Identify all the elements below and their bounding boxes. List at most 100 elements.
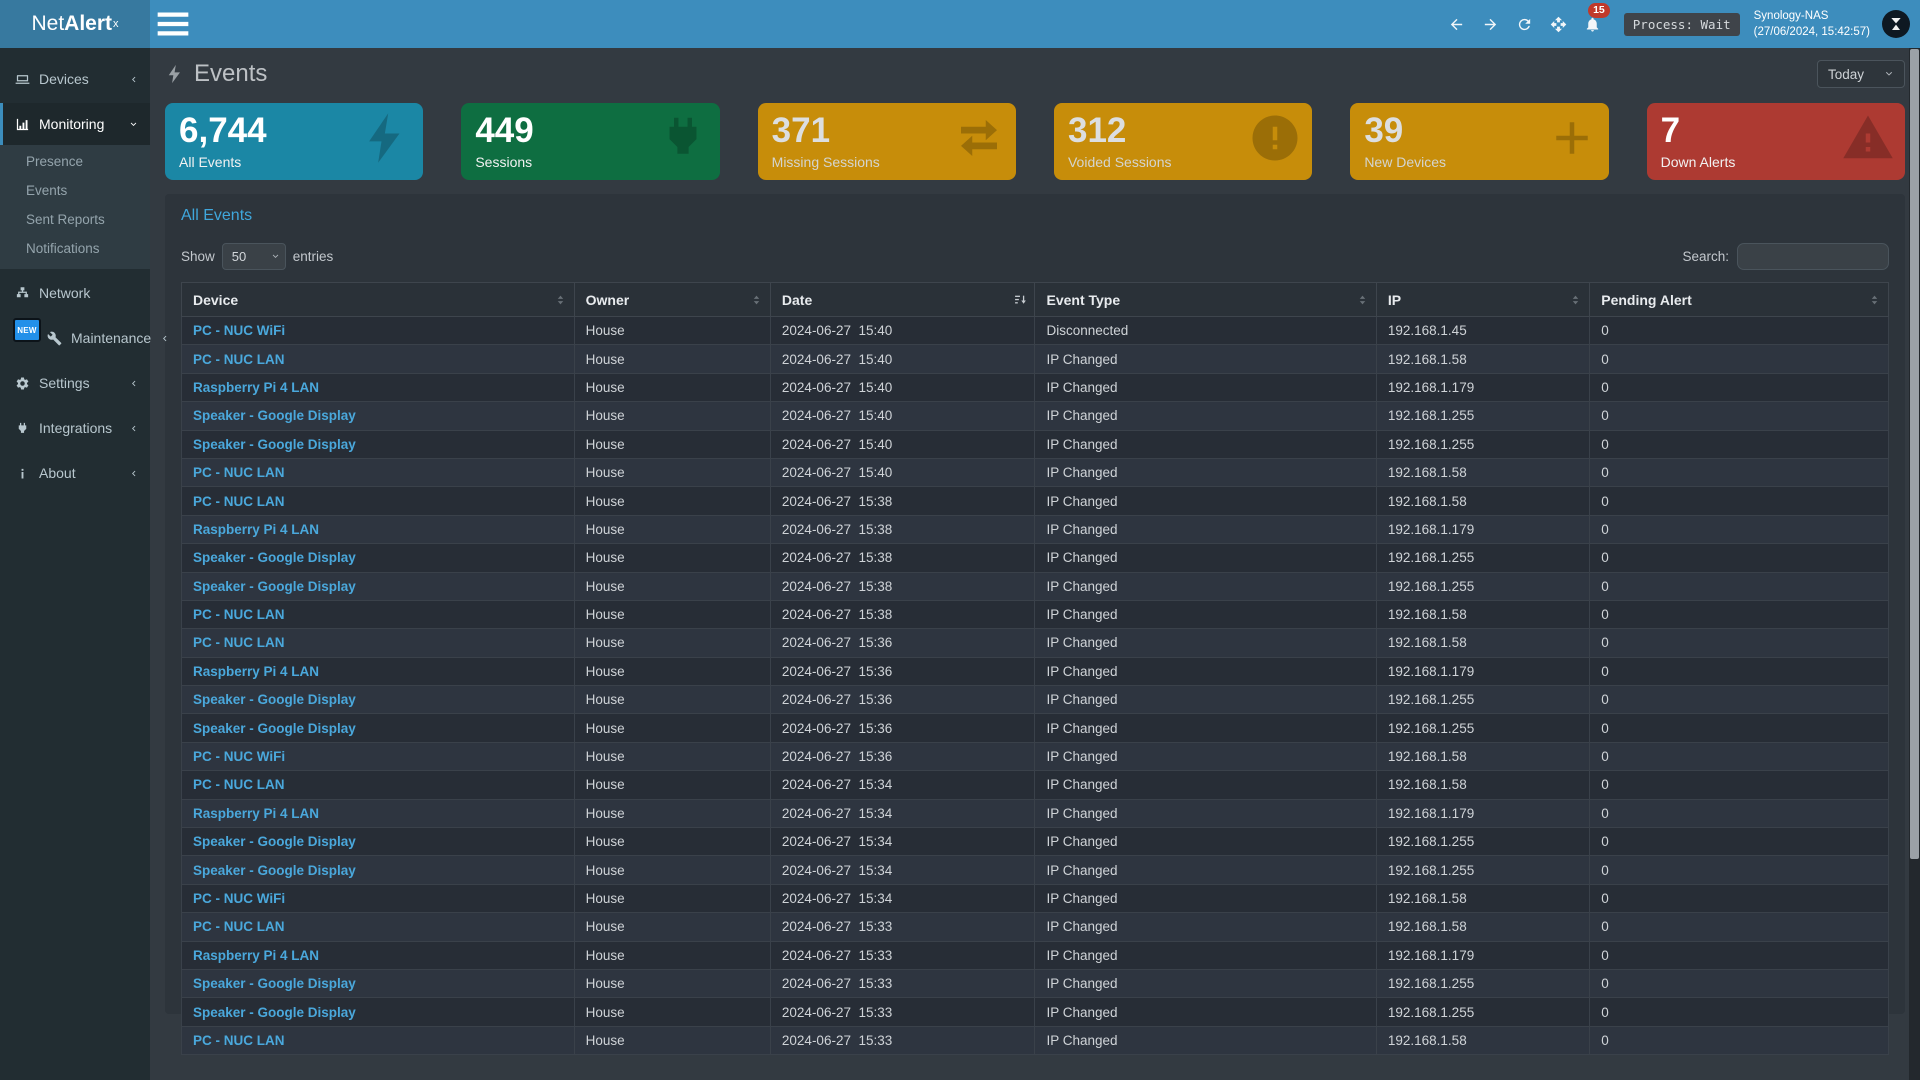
sidebar-item-monitoring[interactable]: Monitoring bbox=[0, 103, 150, 145]
bell-icon bbox=[1584, 16, 1601, 33]
page-scrollbar-thumb[interactable] bbox=[1910, 49, 1919, 859]
owner-cell: House bbox=[574, 487, 770, 515]
table-row: Raspberry Pi 4 LAN House 2024-06-27 15:3… bbox=[182, 515, 1889, 543]
column-label: Owner bbox=[586, 292, 630, 308]
submenu-item-events[interactable]: Events bbox=[0, 176, 150, 205]
page-scrollbar-track[interactable] bbox=[1909, 48, 1920, 1080]
device-link[interactable]: PC - NUC LAN bbox=[182, 629, 575, 657]
pending-alert-cell: 0 bbox=[1590, 317, 1889, 345]
nav-forward-button[interactable] bbox=[1474, 0, 1508, 48]
device-link[interactable]: PC - NUC LAN bbox=[182, 458, 575, 486]
device-link[interactable]: Speaker - Google Display bbox=[182, 572, 575, 600]
column-header-device[interactable]: Device bbox=[182, 283, 575, 317]
device-link[interactable]: PC - NUC LAN bbox=[182, 600, 575, 628]
chevron-left-icon bbox=[160, 334, 169, 343]
device-link[interactable]: Speaker - Google Display bbox=[182, 828, 575, 856]
device-link[interactable]: Raspberry Pi 4 LAN bbox=[182, 799, 575, 827]
sidebar-item-label: About bbox=[39, 465, 76, 481]
submenu-item-notifications[interactable]: Notifications bbox=[0, 234, 150, 263]
column-header-pending-alert[interactable]: Pending Alert bbox=[1590, 283, 1889, 317]
device-link[interactable]: Speaker - Google Display bbox=[182, 856, 575, 884]
search-input[interactable] bbox=[1737, 243, 1889, 270]
card-missing-sessions[interactable]: 371 Missing Sessions bbox=[758, 103, 1016, 180]
user-avatar[interactable] bbox=[1882, 10, 1910, 38]
ip-cell: 192.168.1.255 bbox=[1376, 998, 1589, 1026]
entries-control: Show 50 entries bbox=[181, 243, 333, 270]
device-link[interactable]: Raspberry Pi 4 LAN bbox=[182, 515, 575, 543]
nav-fullscreen-button[interactable] bbox=[1542, 0, 1576, 48]
device-link[interactable]: Speaker - Google Display bbox=[182, 402, 575, 430]
column-header-owner[interactable]: Owner bbox=[574, 283, 770, 317]
owner-cell: House bbox=[574, 742, 770, 770]
device-link[interactable]: PC - NUC LAN bbox=[182, 771, 575, 799]
event-type-cell: IP Changed bbox=[1035, 969, 1376, 997]
device-link[interactable]: PC - NUC WiFi bbox=[182, 884, 575, 912]
card-down-alerts[interactable]: 7 Down Alerts bbox=[1647, 103, 1905, 180]
app-logo[interactable]: NetAlertx bbox=[0, 0, 150, 48]
device-link[interactable]: PC - NUC LAN bbox=[182, 913, 575, 941]
submenu-item-presence[interactable]: Presence bbox=[0, 147, 150, 176]
ip-cell: 192.168.1.58 bbox=[1376, 884, 1589, 912]
device-link[interactable]: Speaker - Google Display bbox=[182, 430, 575, 458]
sidebar-item-label: Maintenance bbox=[71, 330, 151, 346]
date-cell: 2024-06-27 15:33 bbox=[770, 998, 1035, 1026]
owner-cell: House bbox=[574, 1026, 770, 1054]
device-link[interactable]: Raspberry Pi 4 LAN bbox=[182, 941, 575, 969]
pending-alert-cell: 0 bbox=[1590, 657, 1889, 685]
column-header-type[interactable]: Event Type bbox=[1035, 283, 1376, 317]
info-icon bbox=[15, 466, 30, 481]
notifications-button[interactable]: 15 bbox=[1576, 0, 1610, 48]
date-cell: 2024-06-27 15:36 bbox=[770, 657, 1035, 685]
sidebar-item-integrations[interactable]: Integrations bbox=[0, 407, 150, 449]
pending-alert-cell: 0 bbox=[1590, 1026, 1889, 1054]
pending-alert-cell: 0 bbox=[1590, 402, 1889, 430]
card-new-devices[interactable]: 39 New Devices bbox=[1350, 103, 1608, 180]
device-link[interactable]: Raspberry Pi 4 LAN bbox=[182, 373, 575, 401]
entries-select[interactable]: 50 bbox=[222, 243, 286, 270]
owner-cell: House bbox=[574, 544, 770, 572]
date-cell: 2024-06-27 15:38 bbox=[770, 544, 1035, 572]
table-row: PC - NUC WiFi House 2024-06-27 15:36 IP … bbox=[182, 742, 1889, 770]
table-row: Speaker - Google Display House 2024-06-2… bbox=[182, 856, 1889, 884]
pending-alert-cell: 0 bbox=[1590, 742, 1889, 770]
column-header-date[interactable]: Date bbox=[770, 283, 1035, 317]
device-link[interactable]: PC - NUC LAN bbox=[182, 345, 575, 373]
device-link[interactable]: PC - NUC WiFi bbox=[182, 317, 575, 345]
event-type-cell: IP Changed bbox=[1035, 771, 1376, 799]
device-link[interactable]: Speaker - Google Display bbox=[182, 969, 575, 997]
date-cell: 2024-06-27 15:36 bbox=[770, 742, 1035, 770]
sidebar-item-devices[interactable]: Devices bbox=[0, 58, 150, 100]
column-header-ip[interactable]: IP bbox=[1376, 283, 1589, 317]
sidebar-item-network[interactable]: Network bbox=[0, 272, 150, 314]
owner-cell: House bbox=[574, 771, 770, 799]
device-link[interactable]: PC - NUC LAN bbox=[182, 487, 575, 515]
sidebar-toggle-button[interactable] bbox=[150, 0, 196, 48]
card-voided-sessions[interactable]: 312 Voided Sessions bbox=[1054, 103, 1312, 180]
sidebar-item-settings[interactable]: Settings bbox=[0, 362, 150, 404]
submenu-item-sent-reports[interactable]: Sent Reports bbox=[0, 205, 150, 234]
pending-alert-cell: 0 bbox=[1590, 345, 1889, 373]
device-link[interactable]: Speaker - Google Display bbox=[182, 714, 575, 742]
device-link[interactable]: Raspberry Pi 4 LAN bbox=[182, 657, 575, 685]
date-range-dropdown[interactable]: Today bbox=[1817, 60, 1905, 88]
card-sessions[interactable]: 449 Sessions bbox=[461, 103, 719, 180]
owner-cell: House bbox=[574, 941, 770, 969]
pending-alert-cell: 0 bbox=[1590, 941, 1889, 969]
device-link[interactable]: Speaker - Google Display bbox=[182, 998, 575, 1026]
sidebar-item-about[interactable]: About bbox=[0, 452, 150, 494]
event-type-cell: IP Changed bbox=[1035, 600, 1376, 628]
nav-refresh-button[interactable] bbox=[1508, 0, 1542, 48]
date-cell: 2024-06-27 15:40 bbox=[770, 458, 1035, 486]
pending-alert-cell: 0 bbox=[1590, 515, 1889, 543]
sort-desc-icon bbox=[1014, 293, 1027, 307]
sort-icon bbox=[1356, 293, 1369, 307]
nav-back-button[interactable] bbox=[1440, 0, 1474, 48]
device-link[interactable]: Speaker - Google Display bbox=[182, 544, 575, 572]
device-link[interactable]: PC - NUC LAN bbox=[182, 1026, 575, 1054]
table-row: Speaker - Google Display House 2024-06-2… bbox=[182, 686, 1889, 714]
device-link[interactable]: Speaker - Google Display bbox=[182, 686, 575, 714]
device-link[interactable]: PC - NUC WiFi bbox=[182, 742, 575, 770]
card-all-events[interactable]: 6,744 All Events bbox=[165, 103, 423, 180]
pending-alert-cell: 0 bbox=[1590, 799, 1889, 827]
column-label: Device bbox=[193, 292, 238, 308]
